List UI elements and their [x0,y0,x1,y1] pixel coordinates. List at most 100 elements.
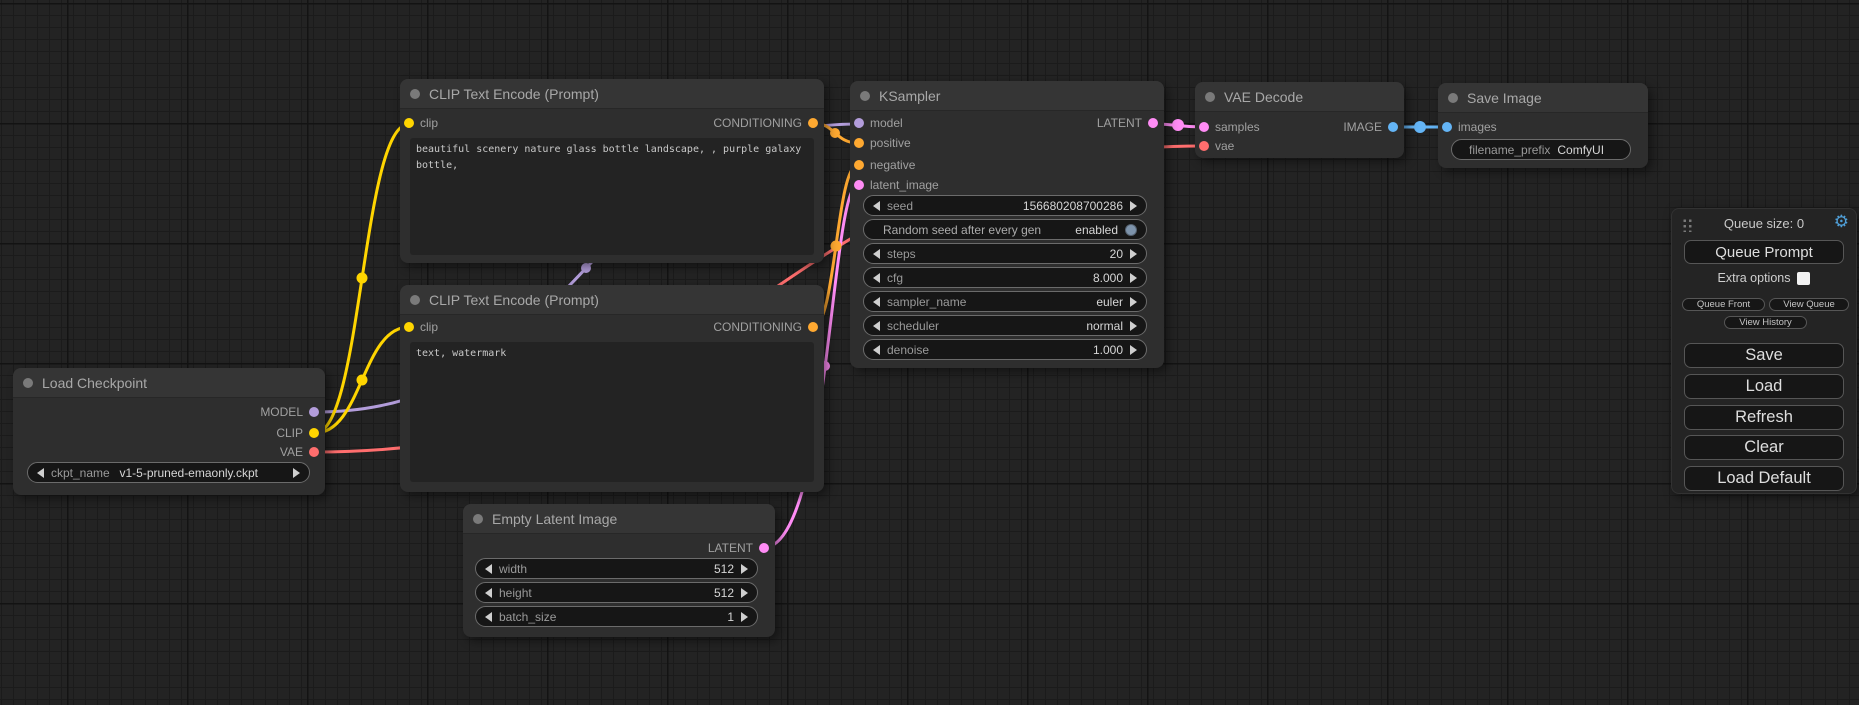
input-slot-vae[interactable]: vae [1195,138,1234,154]
view-queue-button[interactable]: View Queue [1769,298,1849,311]
collapse-dot-icon[interactable] [860,91,870,101]
decrement-arrow-icon[interactable] [873,297,880,307]
node-header[interactable]: VAE Decode [1195,82,1404,112]
output-slot-conditioning[interactable]: CONDITIONING [713,115,824,131]
conditioning-port-icon[interactable] [854,160,864,170]
node-empty-latent-image[interactable]: Empty Latent Image LATENT width 512 heig… [463,504,775,637]
filename-prefix-widget[interactable]: filename_prefix ComfyUI [1451,139,1631,160]
conditioning-port-icon[interactable] [808,322,818,332]
clip-port-icon[interactable] [309,428,319,438]
ckpt-name-widget[interactable]: ckpt_name v1-5-pruned-emaonly.ckpt [27,462,310,483]
output-slot-conditioning[interactable]: CONDITIONING [713,319,824,335]
node-save-image[interactable]: Save Image images filename_prefix ComfyU… [1438,83,1648,168]
increment-arrow-icon[interactable] [741,612,748,622]
queue-front-button[interactable]: Queue Front [1682,298,1765,311]
clear-button[interactable]: Clear [1684,435,1844,460]
width-widget[interactable]: width 512 [475,558,758,579]
collapse-dot-icon[interactable] [23,378,33,388]
output-slot-model[interactable]: MODEL [260,404,325,420]
decrement-arrow-icon[interactable] [873,249,880,259]
input-slot-images[interactable]: images [1438,119,1497,135]
cfg-widget[interactable]: cfg 8.000 [863,267,1147,288]
input-slot-model[interactable]: model [850,115,903,131]
vae-port-icon[interactable] [309,447,319,457]
conditioning-port-icon[interactable] [808,118,818,128]
prompt-textarea[interactable]: text, watermark [410,342,814,482]
node-vae-decode[interactable]: VAE Decode samples vae IMAGE [1195,82,1404,158]
output-slot-clip[interactable]: CLIP [276,425,325,441]
decrement-arrow-icon[interactable] [485,588,492,598]
image-port-icon[interactable] [1388,122,1398,132]
latent-port-icon[interactable] [1199,122,1209,132]
decrement-arrow-icon[interactable] [873,345,880,355]
steps-widget[interactable]: steps 20 [863,243,1147,264]
input-slot-clip[interactable]: clip [400,319,438,335]
decrement-arrow-icon[interactable] [37,468,44,478]
clip-port-icon[interactable] [404,118,414,128]
settings-gear-icon[interactable]: ⚙ [1834,213,1849,230]
seed-widget[interactable]: seed 156680208700286 [863,195,1147,216]
node-header[interactable]: Load Checkpoint [13,368,325,398]
increment-arrow-icon[interactable] [1130,321,1137,331]
input-slot-samples[interactable]: samples [1195,119,1260,135]
height-widget[interactable]: height 512 [475,582,758,603]
conditioning-port-icon[interactable] [854,138,864,148]
increment-arrow-icon[interactable] [1130,273,1137,283]
increment-arrow-icon[interactable] [741,588,748,598]
batch-size-widget[interactable]: batch_size 1 [475,606,758,627]
node-ksampler[interactable]: KSampler model positive negative latent_… [850,81,1164,368]
scheduler-widget[interactable]: scheduler normal [863,315,1147,336]
view-history-button[interactable]: View History [1724,316,1807,329]
latent-port-icon[interactable] [1148,118,1158,128]
node-header[interactable]: Empty Latent Image [463,504,775,534]
collapse-dot-icon[interactable] [410,295,420,305]
decrement-arrow-icon[interactable] [873,321,880,331]
input-slot-clip[interactable]: clip [400,115,438,131]
latent-port-icon[interactable] [759,543,769,553]
clip-port-icon[interactable] [404,322,414,332]
output-slot-latent[interactable]: LATENT [708,540,775,556]
node-clip-text-encode-negative[interactable]: CLIP Text Encode (Prompt) clip CONDITION… [400,285,824,492]
decrement-arrow-icon[interactable] [485,564,492,574]
denoise-widget[interactable]: denoise 1.000 [863,339,1147,360]
model-port-icon[interactable] [309,407,319,417]
node-clip-text-encode-positive[interactable]: CLIP Text Encode (Prompt) clip CONDITION… [400,79,824,263]
increment-arrow-icon[interactable] [1130,297,1137,307]
increment-arrow-icon[interactable] [1130,345,1137,355]
node-graph-canvas[interactable]: Load Checkpoint MODEL CLIP VAE ckpt_name… [0,0,1859,705]
queue-prompt-button[interactable]: Queue Prompt [1684,240,1844,264]
output-slot-latent[interactable]: LATENT [1097,115,1164,131]
sampler-name-widget[interactable]: sampler_name euler [863,291,1147,312]
extra-options-checkbox[interactable] [1797,272,1810,285]
prompt-textarea[interactable]: beautiful scenery nature glass bottle la… [410,138,814,255]
decrement-arrow-icon[interactable] [873,273,880,283]
load-default-button[interactable]: Load Default [1684,466,1844,491]
node-header[interactable]: CLIP Text Encode (Prompt) [400,285,824,315]
model-port-icon[interactable] [854,118,864,128]
input-slot-latent-image[interactable]: latent_image [850,177,939,193]
node-header[interactable]: KSampler [850,81,1164,111]
output-slot-image[interactable]: IMAGE [1343,119,1404,135]
random-seed-toggle[interactable]: Random seed after every gen enabled [863,219,1147,240]
collapse-dot-icon[interactable] [1205,92,1215,102]
increment-arrow-icon[interactable] [1130,201,1137,211]
increment-arrow-icon[interactable] [741,564,748,574]
vae-port-icon[interactable] [1199,141,1209,151]
refresh-button[interactable]: Refresh [1684,405,1844,430]
queue-menu-panel[interactable]: Queue size: 0 ⚙ Queue Prompt Extra optio… [1671,208,1857,494]
node-load-checkpoint[interactable]: Load Checkpoint MODEL CLIP VAE ckpt_name… [13,368,325,495]
node-header[interactable]: Save Image [1438,83,1648,113]
node-header[interactable]: CLIP Text Encode (Prompt) [400,79,824,109]
collapse-dot-icon[interactable] [473,514,483,524]
decrement-arrow-icon[interactable] [485,612,492,622]
input-slot-positive[interactable]: positive [850,135,911,151]
image-port-icon[interactable] [1442,122,1452,132]
collapse-dot-icon[interactable] [1448,93,1458,103]
decrement-arrow-icon[interactable] [873,201,880,211]
toggle-dot-icon[interactable] [1125,224,1137,236]
latent-port-icon[interactable] [854,180,864,190]
collapse-dot-icon[interactable] [410,89,420,99]
save-button[interactable]: Save [1684,343,1844,368]
input-slot-negative[interactable]: negative [850,157,915,173]
output-slot-vae[interactable]: VAE [280,444,325,460]
